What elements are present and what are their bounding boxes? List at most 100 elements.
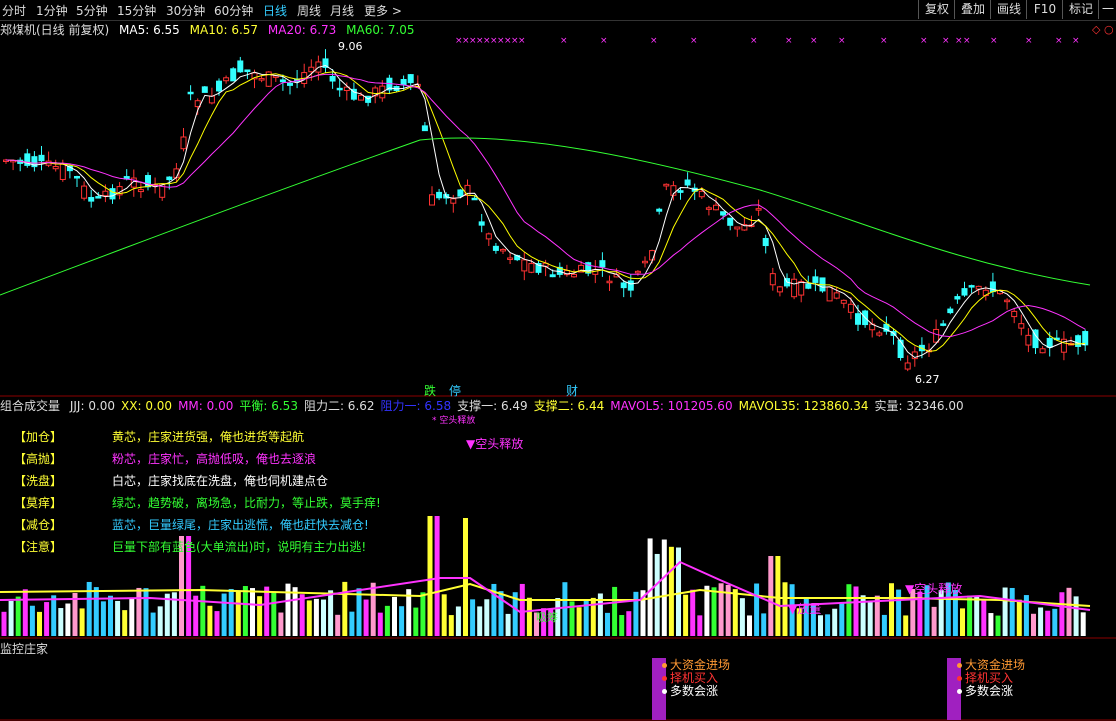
legend-tag: 【高抛】 [14,452,63,466]
candle-body [755,208,762,211]
candle-body [137,189,144,193]
volume-bar [825,614,831,636]
candle-body [59,163,66,180]
volume-bar [505,613,511,636]
low-price-label: 6.27 [915,373,940,386]
volume-bar [384,605,390,636]
volume-bar [299,594,305,636]
x-mark: × [942,36,950,46]
candle-body [798,281,805,296]
candle-body [1075,335,1082,347]
volume-bar [108,595,113,636]
candle-body [805,283,812,289]
candle-body [876,332,883,336]
volume-bar [377,612,383,636]
x-mark: × [955,36,963,46]
volume-bar [264,586,270,636]
legend-tag: 【注意】 [14,540,63,554]
volume-bar [704,585,710,636]
indicator-value: 阻力二: 6.62 [303,399,375,413]
volume-bar [115,600,121,636]
x-mark: × [1025,36,1033,46]
candle-body [642,260,648,264]
candle-body [38,154,45,162]
volume-bar [143,588,149,636]
legend-jiancang: 【减仓】 蓝芯，巨量绿尾，庄家出逃慌，俺也赶快去减仓! [14,516,369,533]
volume-bar [306,600,312,636]
candle-body [677,190,684,193]
volume-bar [1080,612,1086,636]
candle-body [855,313,861,325]
volume-bar [931,606,937,636]
candle-body [500,248,506,252]
x-mark: × [1072,36,1080,46]
volume-bar [960,608,965,636]
volume-bar [93,587,99,636]
volume-bar [754,583,760,636]
candle-body [599,260,606,268]
volume-bar [1009,587,1015,636]
signal-rise: 多数会涨 [662,685,730,698]
dot-icon [957,689,962,694]
candle-body [812,276,819,283]
legend-text: 蓝芯，巨量绿尾，庄家出逃慌，俺也赶快去减仓! [112,518,369,532]
volume-bar [1045,610,1051,636]
candle-body [705,207,712,210]
volume-bar [242,586,248,636]
volume-bar [562,582,568,636]
candle-body [684,179,691,186]
candle-body [961,288,968,296]
volume-bar [896,589,902,636]
candle-body [329,76,336,82]
kongtou-small-label: * 空头释放 [432,416,476,426]
legend-text: 绿芯，趋势破，离场急，比耐力，等止跌，莫手痒! [112,496,381,510]
dot-icon [957,676,962,681]
volume-bar [690,589,696,636]
volume-bar [448,615,454,636]
signal-text: 择机买入 [965,671,1014,685]
volume-bar [839,603,845,636]
candle-body [237,60,244,73]
volume-bar [271,591,277,636]
dot-icon [662,663,667,668]
volume-bar [434,516,440,636]
volume-bar [697,615,703,636]
volume-bar [86,581,92,636]
indicator-value: 支撑一: 6.49 [457,399,528,413]
candle-body [421,125,428,132]
candle-body [528,263,535,273]
candle-body [1018,323,1025,329]
volume-bar [65,603,71,636]
x-mark: × [600,36,608,46]
candle-body [308,66,315,73]
candle-body [492,245,499,251]
candle-body [791,278,798,298]
volume-bar [427,516,433,636]
candle-body [166,176,173,181]
candle-body [201,86,208,93]
x-mark: × [963,36,971,46]
x-mark: × [750,36,758,46]
volume-bar [228,588,234,636]
volume-bar [1031,613,1036,636]
indicator-value: 阻力一: 6.58 [380,399,452,413]
candle-body [180,136,187,150]
volume-bar [136,587,142,636]
volume-bar [321,599,326,636]
signal-text: 多数会涨 [670,684,719,698]
candle-body [933,328,940,343]
volume-bar [477,606,483,636]
volume-bar [29,605,35,636]
candle-body [187,91,194,95]
legend-text: 白芯，庄家找底在洗盘，俺也伺机建点仓 [112,474,329,488]
candle-body [940,323,947,326]
candle-body [549,274,556,278]
volume-bar [79,608,85,636]
candle-body [634,270,641,274]
candle-body [208,95,215,104]
volume-bar [967,595,973,636]
candles-group [3,49,1089,372]
volume-bar [51,595,57,636]
volume-bar [8,600,14,636]
candle-body [358,94,364,101]
